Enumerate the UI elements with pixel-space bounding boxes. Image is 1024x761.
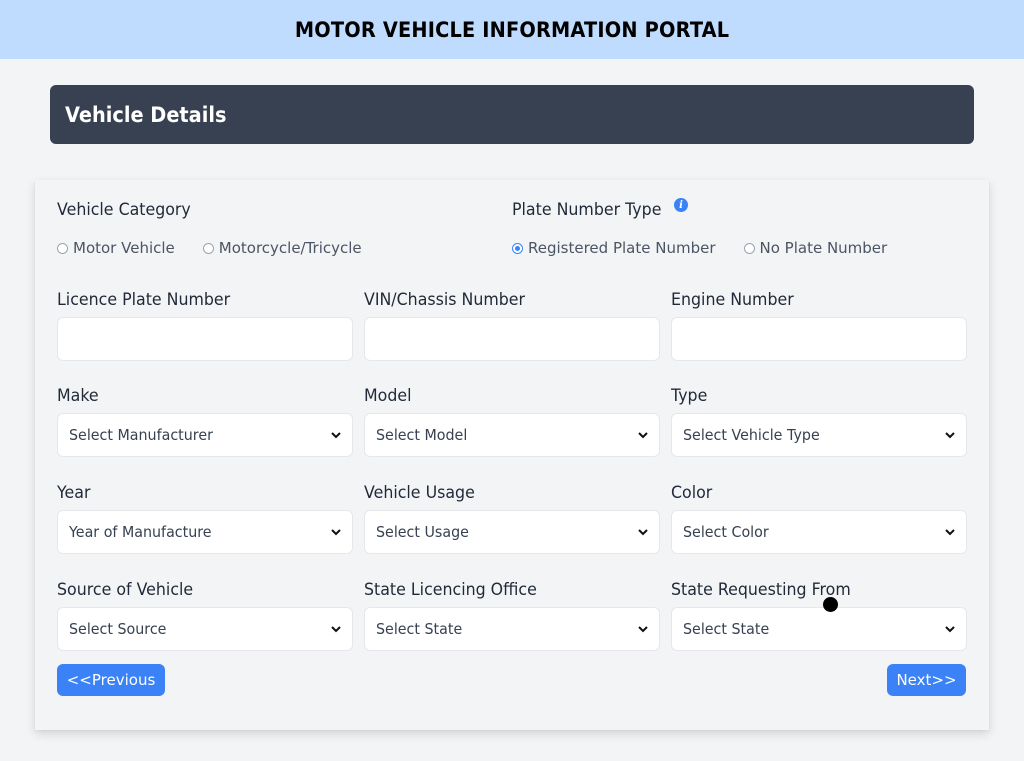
year-selected-value: Year of Manufacture (69, 523, 212, 541)
plate-number-type-radio-group: Registered Plate Number No Plate Number (512, 239, 887, 257)
requesting-from-label: State Requesting From (671, 580, 851, 600)
year-label: Year (57, 483, 91, 503)
radio-motor-vehicle[interactable]: Motor Vehicle (57, 239, 175, 257)
year-select[interactable]: Year of Manufacture (57, 510, 353, 554)
make-label: Make (57, 386, 99, 406)
radio-button[interactable] (57, 242, 68, 254)
source-label: Source of Vehicle (57, 580, 194, 600)
requesting-from-select[interactable]: Select State (671, 607, 967, 651)
radio-button[interactable] (202, 242, 214, 254)
source-select[interactable]: Select Source (57, 607, 353, 651)
vehicle-category-label: Vehicle Category (57, 200, 191, 220)
chevron-down-icon (331, 626, 341, 633)
radio-no-plate[interactable]: No Plate Number (743, 239, 888, 257)
licence-plate-input[interactable] (57, 317, 353, 361)
chevron-down-icon (331, 529, 341, 536)
color-label: Color (671, 483, 713, 503)
licencing-office-select[interactable]: Select State (364, 607, 660, 651)
requesting-from-selected-value: Select State (683, 620, 770, 638)
chevron-down-icon (638, 529, 648, 536)
plate-number-type-label: Plate Number Type (512, 200, 662, 220)
model-label: Model (364, 386, 412, 406)
licencing-office-selected-value: Select State (376, 620, 463, 638)
radio-button-checked[interactable] (512, 242, 523, 254)
vehicle-category-radio-group: Motor Vehicle Motorcycle/Tricycle (57, 239, 362, 257)
type-select[interactable]: Select Vehicle Type (671, 413, 967, 457)
type-label: Type (671, 386, 708, 406)
radio-button[interactable] (743, 242, 755, 254)
radio-label: No Plate Number (759, 239, 888, 257)
chevron-down-icon (638, 432, 648, 439)
radio-label: Motor Vehicle (73, 239, 175, 257)
chevron-down-icon (331, 432, 341, 439)
model-selected-value: Select Model (376, 426, 468, 444)
chevron-down-icon (638, 626, 648, 633)
radio-registered-plate[interactable]: Registered Plate Number (512, 239, 716, 257)
previous-button[interactable]: <<Previous (57, 664, 165, 696)
licence-plate-label: Licence Plate Number (57, 290, 231, 310)
vehicle-form-card: Vehicle Category Motor Vehicle Motorcycl… (35, 180, 989, 730)
chevron-down-icon (945, 432, 955, 439)
section-title: Vehicle Details (65, 102, 227, 127)
source-selected-value: Select Source (69, 620, 167, 638)
engine-number-label: Engine Number (671, 290, 794, 310)
color-select[interactable]: Select Color (671, 510, 967, 554)
vin-input[interactable] (364, 317, 660, 361)
licencing-office-label: State Licencing Office (364, 580, 537, 600)
mouse-cursor (823, 597, 838, 612)
radio-label: Motorcycle/Tricycle (218, 239, 362, 257)
engine-number-input[interactable] (671, 317, 967, 361)
vehicle-usage-label: Vehicle Usage (364, 483, 475, 503)
model-select[interactable]: Select Model (364, 413, 660, 457)
color-selected-value: Select Color (683, 523, 769, 541)
vin-label: VIN/Chassis Number (364, 290, 526, 310)
vehicle-usage-select[interactable]: Select Usage (364, 510, 660, 554)
chevron-down-icon (945, 529, 955, 536)
type-selected-value: Select Vehicle Type (683, 426, 820, 444)
radio-motorcycle-tricycle[interactable]: Motorcycle/Tricycle (202, 239, 362, 257)
info-icon[interactable]: i (674, 198, 688, 212)
portal-header: MOTOR VEHICLE INFORMATION PORTAL (0, 0, 1024, 59)
usage-selected-value: Select Usage (376, 523, 469, 541)
portal-title: MOTOR VEHICLE INFORMATION PORTAL (294, 17, 730, 42)
chevron-down-icon (945, 626, 955, 633)
next-button[interactable]: Next>> (887, 664, 966, 696)
make-selected-value: Select Manufacturer (69, 426, 213, 444)
make-select[interactable]: Select Manufacturer (57, 413, 353, 457)
radio-label: Registered Plate Number (528, 239, 716, 257)
section-header: Vehicle Details (50, 85, 974, 144)
